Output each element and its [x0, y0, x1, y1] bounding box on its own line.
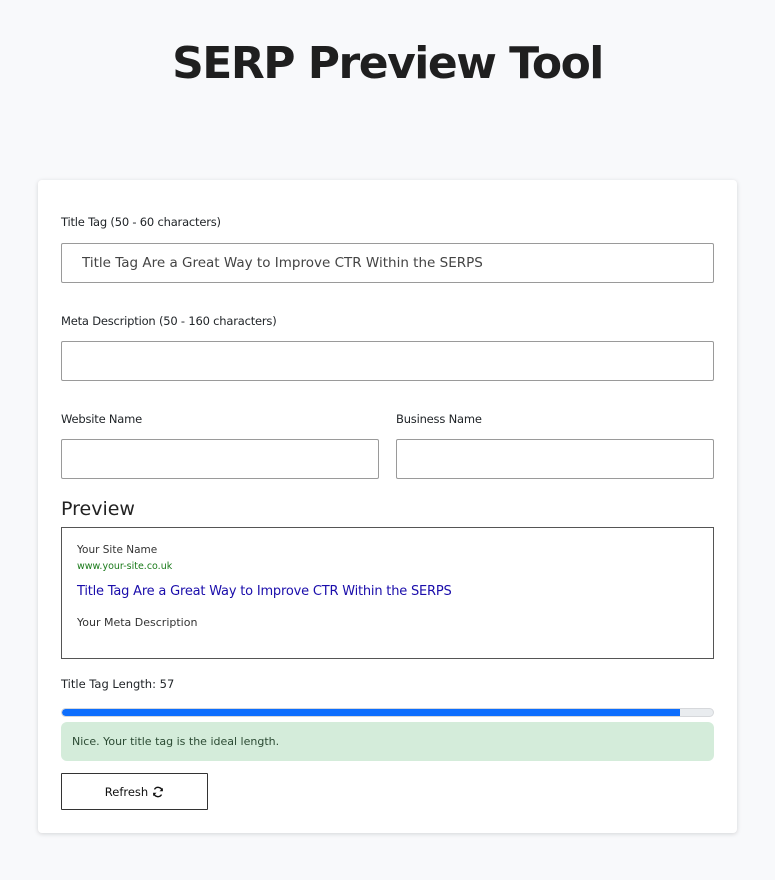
refresh-button[interactable]: Refresh [61, 773, 208, 810]
title-tag-label: Title Tag (50 - 60 characters) [61, 215, 221, 229]
website-name-input[interactable] [61, 439, 379, 479]
preview-url: www.your-site.co.uk [77, 561, 173, 572]
refresh-button-label: Refresh [104, 784, 149, 799]
title-tag-input[interactable] [61, 243, 714, 283]
meta-description-input[interactable] [61, 341, 714, 381]
preview-title[interactable]: Title Tag Are a Great Way to Improve CTR… [77, 584, 452, 599]
title-length-progress [61, 708, 714, 717]
title-length-row: Title Tag Length: 57 [61, 677, 174, 691]
title-length-progress-fill [62, 709, 681, 716]
preview-description: Your Meta Description [77, 616, 198, 629]
preview-heading: Preview [61, 498, 135, 520]
refresh-icon [153, 786, 164, 797]
serp-preview-box: Your Site Name www.your-site.co.uk Title… [61, 527, 714, 659]
title-length-value: 57 [159, 677, 175, 691]
serp-form-card: Title Tag (50 - 60 characters) Meta Desc… [38, 180, 737, 833]
preview-site-name: Your Site Name [77, 544, 158, 556]
website-name-label: Website Name [61, 412, 143, 426]
meta-description-label: Meta Description (50 - 160 characters) [61, 314, 277, 328]
business-name-label: Business Name [396, 412, 482, 426]
page-title: SERP Preview Tool [172, 38, 604, 89]
business-name-input[interactable] [396, 439, 714, 479]
length-status-alert: Nice. Your title tag is the ideal length… [61, 722, 714, 761]
title-length-label: Title Tag Length: [61, 677, 156, 691]
